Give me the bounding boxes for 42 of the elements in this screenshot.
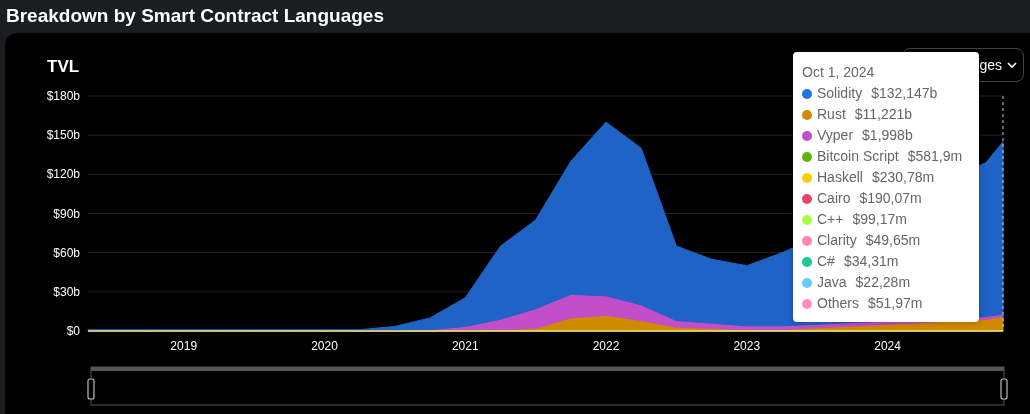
series-name: Cairo	[817, 189, 851, 208]
axis-label: $30b	[53, 284, 80, 299]
tooltip-date: Oct 1, 2024	[802, 63, 876, 82]
series-value: $49,65m	[865, 231, 921, 250]
slider-handle[interactable]	[1000, 378, 1008, 400]
slider-handle[interactable]	[87, 378, 95, 400]
series-name: Bitcoin Script	[817, 147, 899, 166]
axis-title: TVL	[47, 57, 80, 76]
series-value: $22,28m	[855, 273, 911, 292]
series-name: C#	[817, 252, 835, 271]
series-name: Java	[817, 273, 847, 292]
series-value: $99,17m	[852, 210, 907, 229]
series-name: Others	[817, 294, 859, 313]
axis-label: $0	[66, 324, 80, 338]
axis-label: 2022	[592, 339, 620, 353]
series-value: $34,31m	[843, 252, 899, 271]
page-title: Breakdown by Smart Contract Languages	[5, 4, 385, 28]
series-value: $230,78m	[871, 168, 935, 187]
series-value: $11,221b	[854, 105, 913, 124]
series-value: $190,07m	[859, 189, 922, 208]
axis-label: $60b	[53, 245, 80, 260]
series-name: Clarity	[817, 231, 857, 250]
axis-label: 2023	[733, 339, 761, 353]
series-name: C++	[817, 210, 844, 229]
series-value: $51,97m	[868, 294, 923, 313]
caret-icon	[1007, 61, 1017, 69]
axis-label: $120b	[46, 167, 80, 182]
axis-label: $150b	[46, 128, 80, 143]
axis-label: 2021	[451, 339, 479, 353]
series-value: $132,147b	[871, 84, 938, 103]
range-slider[interactable]	[90, 366, 1005, 406]
series-name: Solidity	[817, 84, 863, 103]
axis-label: 2019	[170, 339, 198, 353]
axis-label: $90b	[53, 206, 80, 221]
series-name: Haskell	[817, 168, 863, 187]
axis-label: 2020	[311, 339, 338, 353]
series-name: Vyper	[817, 126, 854, 145]
axis-label: 2024	[874, 339, 901, 353]
series-name: Rust	[817, 105, 846, 124]
series-value: $1,998b	[862, 126, 913, 145]
axis-label: $180b	[46, 89, 80, 103]
series-value: $581,9m	[907, 147, 963, 166]
